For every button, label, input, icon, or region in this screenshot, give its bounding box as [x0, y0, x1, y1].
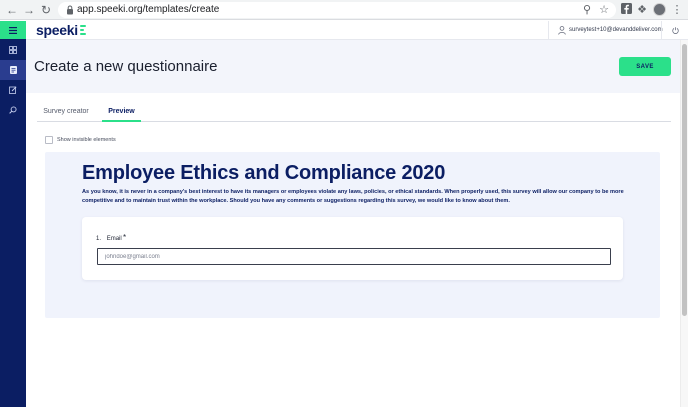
- page-title: Create a new questionnaire: [34, 58, 218, 75]
- sidebar-item-templates[interactable]: [0, 60, 26, 80]
- address-bar[interactable]: app.speeki.org/templates/create ⚲ ☆: [58, 2, 616, 18]
- power-icon: [671, 27, 679, 34]
- facebook-extension-icon[interactable]: [619, 3, 633, 17]
- back-icon[interactable]: ←: [5, 3, 19, 17]
- menu-icon: [9, 26, 17, 34]
- app-header: speeki surveytest+10@devanddeliver.com: [26, 21, 688, 40]
- speeki-logo[interactable]: speeki: [36, 22, 87, 38]
- logout-button[interactable]: [661, 21, 688, 40]
- question-label: 1. Email: [96, 236, 122, 242]
- question-number: 1.: [96, 236, 102, 242]
- dashboard-icon: [9, 46, 17, 54]
- page-scrollbar[interactable]: [680, 40, 688, 407]
- extensions-puzzle-icon[interactable]: ❖: [635, 3, 649, 17]
- email-field[interactable]: [97, 248, 611, 265]
- survey-preview: Employee Ethics and Compliance 2020 As y…: [45, 152, 660, 318]
- sidebar: [0, 21, 26, 407]
- user-email: surveytest+10@devanddeliver.com: [569, 27, 663, 33]
- survey-title: Employee Ethics and Compliance 2020: [82, 162, 446, 184]
- browser-menu-icon[interactable]: ⋮: [670, 3, 684, 17]
- save-button[interactable]: SAVE: [619, 57, 671, 76]
- show-invisible-row: Show invisible elements: [45, 135, 116, 145]
- profile-avatar[interactable]: [653, 3, 666, 16]
- user-icon: [558, 26, 566, 35]
- sidebar-item-edit[interactable]: [0, 80, 26, 100]
- menu-toggle-button[interactable]: [0, 21, 26, 39]
- sidebar-item-dashboard[interactable]: [0, 40, 26, 60]
- browser-toolbar: ← → ↻ app.speeki.org/templates/create ⚲ …: [0, 0, 688, 20]
- editor-tabs: Survey creator Preview: [37, 104, 671, 122]
- page-header: Create a new questionnaire SAVE: [26, 40, 680, 93]
- required-marker: *: [123, 233, 127, 242]
- question-card: 1. Email *: [82, 217, 623, 280]
- question-title: Email: [106, 236, 122, 242]
- forward-icon[interactable]: →: [22, 3, 36, 17]
- logo-mark-icon: [79, 24, 87, 36]
- lock-icon: [67, 5, 73, 15]
- search-icon: [9, 106, 17, 114]
- bookmark-star-icon[interactable]: ☆: [597, 3, 611, 17]
- survey-description: As you know, it is never in a company's …: [82, 189, 624, 204]
- scrollbar-thumb[interactable]: [682, 44, 687, 316]
- url-text: app.speeki.org/templates/create: [77, 4, 220, 15]
- sidebar-item-search[interactable]: [0, 100, 26, 120]
- edit-icon: [9, 86, 17, 94]
- show-invisible-label: Show invisible elements: [57, 137, 116, 143]
- reload-icon[interactable]: ↻: [39, 3, 53, 17]
- show-invisible-checkbox[interactable]: [45, 136, 53, 144]
- templates-icon: [9, 66, 17, 74]
- zoom-icon[interactable]: ⚲: [580, 3, 594, 17]
- tab-preview[interactable]: Preview: [102, 104, 141, 122]
- tab-survey-creator[interactable]: Survey creator: [39, 104, 93, 122]
